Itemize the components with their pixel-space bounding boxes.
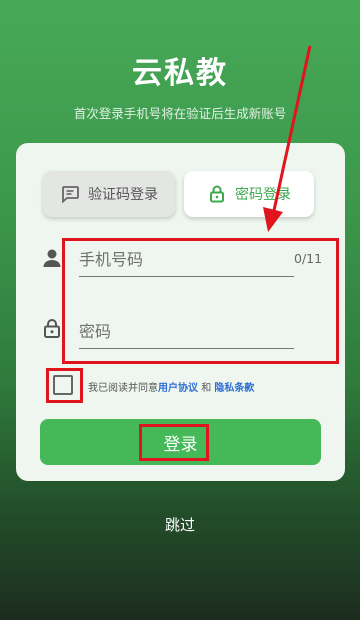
app-title: 云私教 [132, 56, 228, 91]
password-field-wrapper [79, 315, 294, 349]
tab-sms-label: 验证码登录 [88, 187, 158, 203]
password-input[interactable] [79, 315, 294, 348]
login-card: 验证码登录 密码登录 0/11 我已阅读并同意用户协议 [16, 143, 345, 481]
agreement-text: 我已阅读并同意用户协议 和 隐私条款 [88, 379, 254, 394]
phone-char-counter: 0/11 [294, 251, 323, 266]
phone-input[interactable] [79, 243, 294, 276]
person-icon [41, 247, 63, 269]
login-button[interactable]: 登录 [40, 419, 321, 465]
agreement-prefix: 我已阅读并同意 [88, 383, 158, 394]
tab-sms-login[interactable]: 验证码登录 [43, 171, 175, 217]
lock-icon [207, 184, 227, 204]
app-subtitle: 首次登录手机号将在验证后生成新账号 [73, 106, 287, 121]
lock-icon [41, 317, 63, 339]
user-agreement-link[interactable]: 用户协议 [158, 383, 198, 394]
message-icon [60, 184, 80, 204]
phone-field-wrapper [79, 243, 294, 277]
agreement-checkbox[interactable] [53, 375, 73, 395]
login-button-label: 登录 [163, 434, 198, 455]
agreement-conjunction: 和 [201, 383, 212, 394]
tab-password-label: 密码登录 [235, 187, 291, 203]
privacy-terms-link[interactable]: 隐私条款 [214, 383, 254, 394]
tab-password-login[interactable]: 密码登录 [184, 171, 314, 217]
skip-button[interactable]: 跳过 [0, 514, 360, 535]
